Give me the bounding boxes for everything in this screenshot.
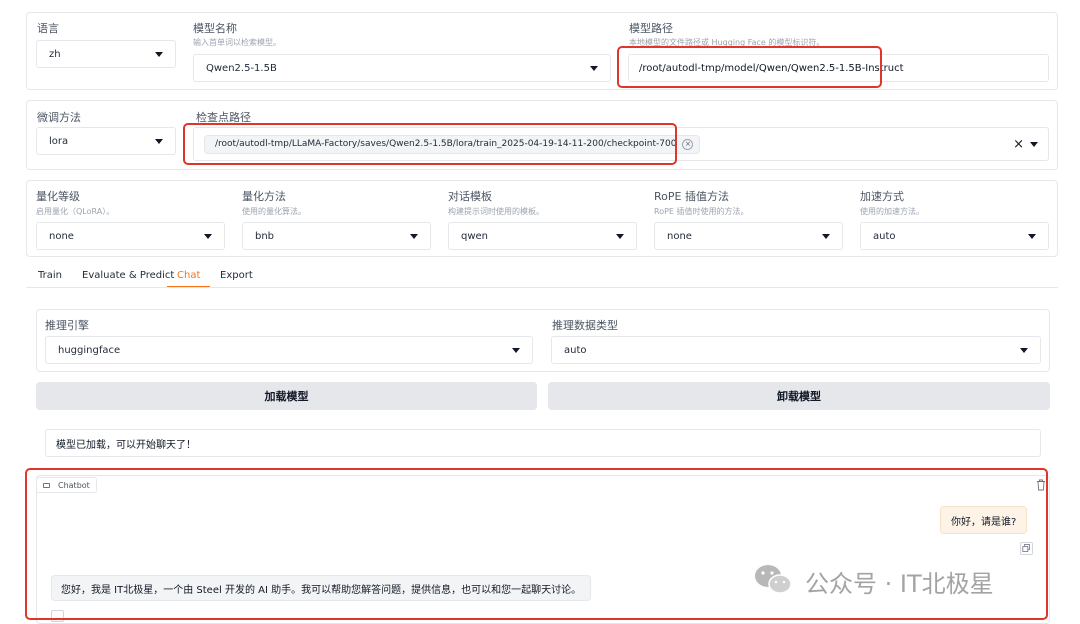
- infer-backend-label: 推理引擎: [45, 319, 89, 332]
- chevron-down-icon: [1020, 347, 1028, 353]
- clear-selection-icon[interactable]: ×: [1013, 137, 1024, 152]
- model-path-input[interactable]: /root/autodl-tmp/model/Qwen/Qwen2.5-1.5B…: [628, 54, 1049, 82]
- template-select[interactable]: qwen: [448, 222, 637, 250]
- booster-value: auto: [873, 230, 896, 242]
- infer-dtype-select[interactable]: auto: [551, 336, 1041, 364]
- model-path-hint: 本地模型的文件路径或 Hugging Face 的模型标识符。: [629, 38, 825, 47]
- quantization-bit-hint: 启用量化（QLoRA）。: [36, 207, 115, 216]
- trash-icon[interactable]: [1036, 479, 1046, 491]
- tab-divider: [26, 287, 1058, 288]
- quantization-method-label: 量化方法: [242, 190, 286, 203]
- model-path-label: 模型路径: [629, 22, 673, 35]
- chevron-down-icon: [822, 233, 830, 239]
- language-label: 语言: [37, 22, 59, 35]
- finetune-method-value: lora: [49, 135, 69, 147]
- wechat-logo-icon: [753, 562, 793, 596]
- rope-scaling-select[interactable]: none: [654, 222, 843, 250]
- tab-export[interactable]: Export: [220, 270, 253, 288]
- language-value: zh: [49, 48, 61, 60]
- quantization-method-hint: 使用的量化算法。: [242, 207, 306, 216]
- chatbot-label-tag: Chatbot: [36, 477, 97, 493]
- checkpoint-chip[interactable]: /root/autodl-tmp/LLaMA-Factory/saves/Qwe…: [204, 134, 701, 154]
- tab-evaluate-predict[interactable]: Evaluate & Predict: [82, 270, 174, 288]
- watermark-text: 公众号 · IT北极星: [805, 570, 994, 598]
- assistant-message: 您好，我是 IT北极星，一个由 Steel 开发的 AI 助手。我可以帮助您解答…: [51, 575, 592, 601]
- unload-model-button[interactable]: 卸载模型: [548, 382, 1050, 410]
- chevron-down-icon: [590, 65, 598, 71]
- model-name-value: Qwen2.5-1.5B: [206, 62, 277, 74]
- tab-chat[interactable]: Chat: [167, 270, 211, 288]
- template-label: 对话模板: [448, 190, 492, 203]
- chevron-down-icon: [512, 347, 520, 353]
- load-model-button[interactable]: 加载模型: [36, 382, 537, 410]
- rope-scaling-label: RoPE 插值方法: [654, 190, 729, 203]
- checkpoint-chip-text: /root/autodl-tmp/LLaMA-Factory/saves/Qwe…: [215, 139, 677, 149]
- copy-icon[interactable]: [51, 610, 64, 622]
- language-select[interactable]: zh: [36, 40, 176, 68]
- model-name-select[interactable]: Qwen2.5-1.5B: [193, 54, 611, 82]
- infer-dtype-label: 推理数据类型: [552, 319, 618, 332]
- rope-scaling-value: none: [667, 230, 692, 242]
- chevron-down-icon: [204, 233, 212, 239]
- quantization-method-select[interactable]: bnb: [242, 222, 431, 250]
- booster-hint: 使用的加速方法。: [860, 207, 924, 216]
- finetune-method-label: 微调方法: [37, 111, 81, 124]
- chatbot-label: Chatbot: [58, 480, 90, 490]
- infer-backend-select[interactable]: huggingface: [45, 336, 533, 364]
- infer-dtype-value: auto: [564, 344, 587, 356]
- booster-select[interactable]: auto: [860, 222, 1049, 250]
- chat-bubble-icon: [43, 482, 50, 488]
- booster-label: 加速方式: [860, 190, 904, 203]
- chevron-down-icon: [616, 233, 624, 239]
- user-message: 你好，请是谁?: [940, 506, 1028, 534]
- status-box: 模型已加载，可以开始聊天了！: [45, 429, 1041, 457]
- model-name-label: 模型名称: [193, 22, 237, 35]
- template-hint: 构建提示词时使用的模板。: [448, 207, 544, 216]
- chatbot-panel: [36, 475, 1050, 624]
- chevron-down-icon: [410, 233, 418, 239]
- finetune-method-select[interactable]: lora: [36, 127, 176, 155]
- chevron-down-icon: [1028, 233, 1036, 239]
- template-value: qwen: [461, 230, 489, 242]
- quantization-bit-select[interactable]: none: [36, 222, 225, 250]
- quantization-bit-label: 量化等级: [36, 190, 80, 203]
- checkpoint-label: 检查点路径: [196, 111, 251, 124]
- tab-train[interactable]: Train: [38, 270, 62, 288]
- quantization-method-value: bnb: [255, 230, 275, 242]
- chevron-down-icon: [155, 51, 163, 57]
- infer-backend-value: huggingface: [58, 344, 121, 356]
- copy-icon[interactable]: [1020, 542, 1033, 555]
- remove-chip-icon[interactable]: ×: [682, 138, 694, 150]
- chevron-down-icon: [155, 138, 163, 144]
- rope-scaling-hint: RoPE 插值时使用的方法。: [654, 207, 749, 216]
- quantization-bit-value: none: [49, 230, 74, 242]
- model-name-hint: 输入首单词以检索模型。: [193, 38, 281, 47]
- chevron-down-icon: [1030, 141, 1038, 147]
- checkpoint-select[interactable]: /root/autodl-tmp/LLaMA-Factory/saves/Qwe…: [193, 127, 1049, 161]
